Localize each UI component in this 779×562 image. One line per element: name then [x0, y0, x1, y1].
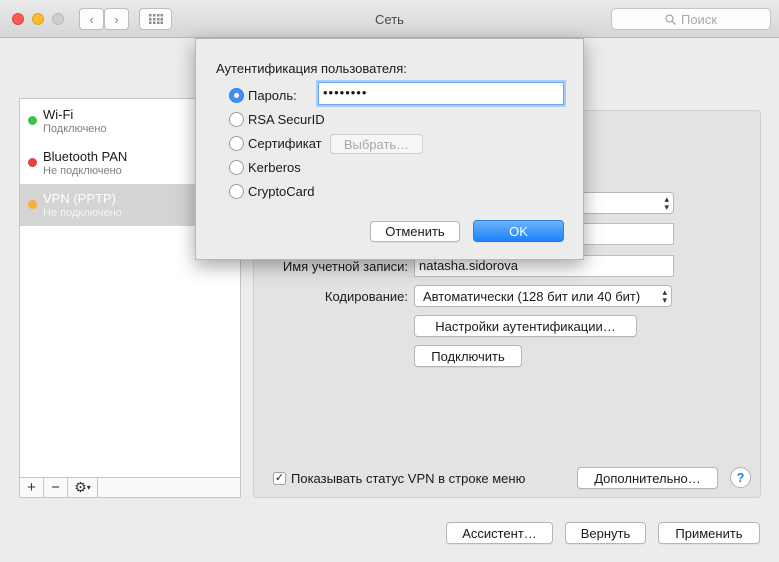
- encoding-popup[interactable]: Автоматически (128 бит или 40 бит) ▴ ▾: [414, 285, 672, 307]
- encoding-value: Автоматически (128 бит или 40 бит): [423, 289, 641, 304]
- show-vpn-status-label: Показывать статус VPN в строке меню: [291, 471, 526, 486]
- auth-option-cryptocard[interactable]: CryptoCard: [229, 182, 314, 200]
- radio-button[interactable]: [229, 135, 244, 151]
- choose-certificate-button[interactable]: Выбрать…: [330, 134, 423, 154]
- gear-icon: ⚙: [74, 479, 87, 495]
- status-dot: [28, 200, 37, 209]
- service-status: Не подключено: [43, 207, 122, 219]
- option-label: CryptoCard: [248, 183, 315, 199]
- authentication-settings-button[interactable]: Настройки аутентификации…: [414, 315, 637, 337]
- service-list-toolbar: + − ⚙ ▾: [20, 477, 240, 497]
- plus-icon: +: [27, 479, 36, 496]
- advanced-button[interactable]: Дополнительно…: [577, 467, 718, 489]
- service-name: Wi-Fi: [43, 107, 74, 122]
- service-name: VPN (PPTP): [43, 191, 116, 206]
- radio-button[interactable]: [229, 183, 244, 199]
- title-bar: ‹ › Сеть Поиск: [0, 0, 779, 38]
- option-label: Сертификат: [248, 135, 322, 151]
- option-label: Пароль:: [248, 87, 297, 103]
- radio-button[interactable]: [229, 87, 244, 103]
- service-name: Bluetooth PAN: [43, 149, 128, 164]
- revert-button[interactable]: Вернуть: [565, 522, 646, 544]
- auth-option-certificate[interactable]: Сертификат: [229, 134, 322, 152]
- option-label: Kerberos: [248, 159, 301, 175]
- add-service-button[interactable]: +: [20, 478, 44, 497]
- connect-button[interactable]: Подключить: [414, 345, 522, 367]
- account-name-label: Имя учетной записи:: [282, 259, 408, 274]
- sheet-title: Аутентификация пользователя:: [216, 61, 407, 76]
- search-icon: [665, 13, 676, 25]
- radio-button[interactable]: [229, 111, 244, 127]
- updown-chevron-icon: ▴ ▾: [662, 287, 667, 305]
- password-field[interactable]: ••••••••: [318, 82, 564, 105]
- search-field[interactable]: Поиск: [611, 8, 771, 30]
- show-vpn-status-checkbox[interactable]: ✓: [273, 472, 286, 485]
- auth-option-rsa-securid[interactable]: RSA SecurID: [229, 110, 325, 128]
- user-authentication-sheet: Аутентификация пользователя: Пароль: •••…: [195, 38, 584, 260]
- chevron-down-icon: ▾: [86, 483, 91, 492]
- cancel-button[interactable]: Отменить: [370, 221, 460, 242]
- service-status: Не подключено: [43, 165, 122, 177]
- status-dot: [28, 116, 37, 125]
- assistant-button[interactable]: Ассистент…: [446, 522, 553, 544]
- help-button[interactable]: ?: [730, 467, 751, 488]
- service-status: Подключено: [43, 123, 107, 135]
- apply-button[interactable]: Применить: [658, 522, 760, 544]
- auth-option-kerberos[interactable]: Kerberos: [229, 158, 301, 176]
- updown-chevron-icon: ▴ ▾: [664, 194, 669, 212]
- search-placeholder: Поиск: [680, 11, 718, 27]
- ok-button[interactable]: OK: [473, 220, 564, 242]
- remove-service-button[interactable]: −: [44, 478, 68, 497]
- status-dot: [28, 158, 37, 167]
- action-menu-button[interactable]: ⚙ ▾: [68, 478, 98, 497]
- encoding-label: Кодирование:: [324, 289, 408, 304]
- option-label: RSA SecurID: [248, 111, 325, 127]
- minus-icon: −: [51, 479, 60, 496]
- auth-option-password[interactable]: Пароль:: [229, 86, 297, 104]
- radio-button[interactable]: [229, 159, 244, 175]
